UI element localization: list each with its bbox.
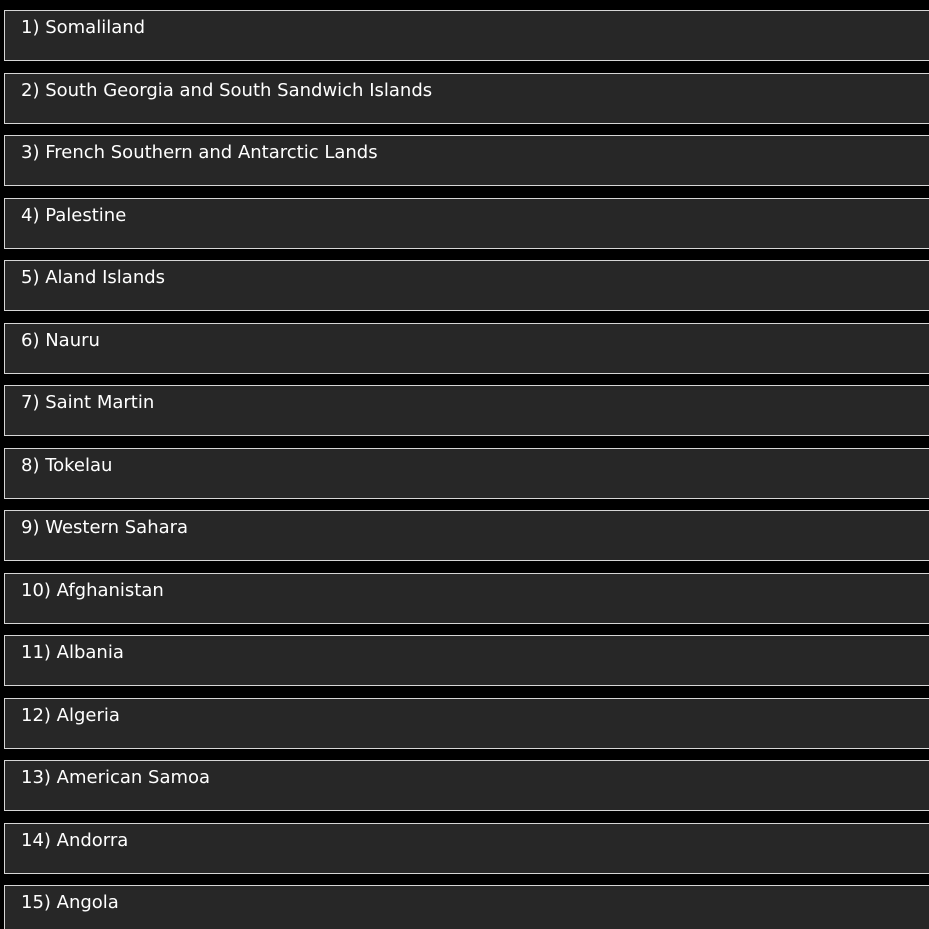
list-item[interactable]: 9) Western Sahara: [4, 510, 929, 561]
list-item-label: 7) Saint Martin: [21, 392, 155, 413]
list-item[interactable]: 6) Nauru: [4, 323, 929, 374]
list-item-label: 15) Angola: [21, 892, 119, 913]
list-item-label: 13) American Samoa: [21, 767, 211, 788]
list-item[interactable]: 10) Afghanistan: [4, 573, 929, 624]
list-item[interactable]: 1) Somaliland: [4, 10, 929, 61]
list-item[interactable]: 4) Palestine: [4, 198, 929, 249]
list-item[interactable]: 12) Algeria: [4, 698, 929, 749]
list-item[interactable]: 15) Angola: [4, 885, 929, 929]
list-item[interactable]: 5) Aland Islands: [4, 260, 929, 311]
country-list: 1) Somaliland 2) South Georgia and South…: [0, 0, 929, 929]
list-item[interactable]: 13) American Samoa: [4, 760, 929, 811]
list-item[interactable]: 3) French Southern and Antarctic Lands: [4, 135, 929, 186]
list-item-label: 10) Afghanistan: [21, 580, 164, 601]
list-item[interactable]: 14) Andorra: [4, 823, 929, 874]
list-item-label: 11) Albania: [21, 642, 124, 663]
list-item-label: 9) Western Sahara: [21, 517, 189, 538]
list-item-label: 3) French Southern and Antarctic Lands: [21, 142, 378, 163]
list-item-label: 2) South Georgia and South Sandwich Isla…: [21, 80, 433, 101]
list-item[interactable]: 7) Saint Martin: [4, 385, 929, 436]
list-item-label: 8) Tokelau: [21, 455, 113, 476]
list-item-label: 6) Nauru: [21, 330, 100, 351]
list-item-label: 12) Algeria: [21, 705, 120, 726]
list-item-label: 1) Somaliland: [21, 17, 146, 38]
list-item[interactable]: 11) Albania: [4, 635, 929, 686]
list-item-label: 14) Andorra: [21, 830, 129, 851]
list-item[interactable]: 8) Tokelau: [4, 448, 929, 499]
list-item-label: 4) Palestine: [21, 205, 127, 226]
list-item-label: 5) Aland Islands: [21, 267, 166, 288]
list-item[interactable]: 2) South Georgia and South Sandwich Isla…: [4, 73, 929, 124]
